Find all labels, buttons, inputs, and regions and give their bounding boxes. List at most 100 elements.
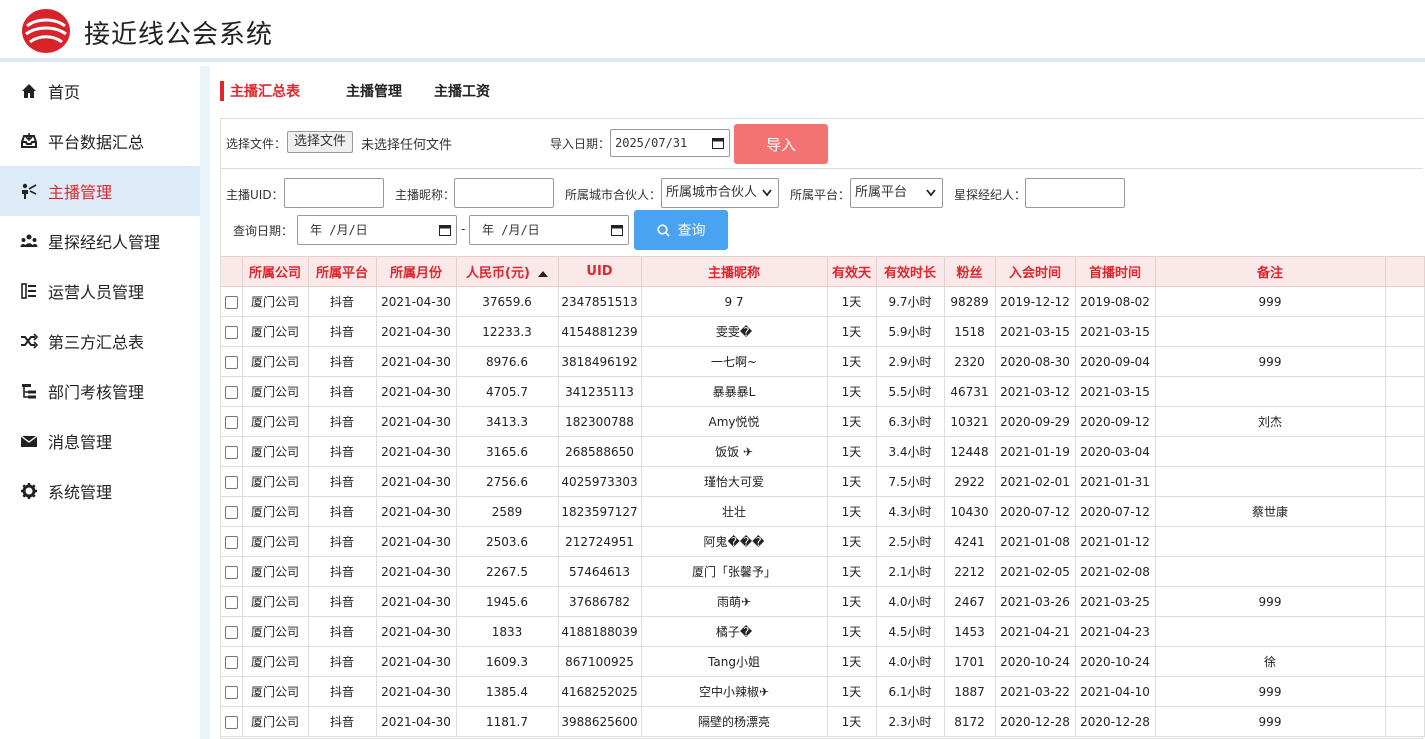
column-header[interactable]: 粉丝 <box>943 256 996 287</box>
row-checkbox[interactable] <box>224 385 238 399</box>
row-select-cell <box>221 616 243 647</box>
presenter-icon <box>20 182 38 200</box>
tab-anchor-management[interactable]: 主播管理 <box>346 81 402 101</box>
group-icon <box>20 232 38 250</box>
sidebar-item-messages[interactable]: 消息管理 <box>0 416 200 466</box>
column-header[interactable]: 所属月份 <box>375 256 457 287</box>
query-button[interactable]: 查询 <box>634 210 728 250</box>
row-checkbox[interactable] <box>224 565 238 579</box>
row-checkbox[interactable] <box>224 355 238 369</box>
table-cell: 4241 <box>943 526 996 557</box>
extra-cell <box>1384 316 1425 347</box>
column-header-sorted[interactable]: 人民币(元) <box>455 256 559 287</box>
row-select-cell <box>221 706 243 737</box>
date-from-input[interactable]: 年 /月/日 <box>297 215 457 245</box>
sidebar-item-anchor-management[interactable]: 主播管理 <box>0 166 200 216</box>
sidebar-item-home[interactable]: 首页 <box>0 66 200 116</box>
choose-file-button[interactable]: 选择文件 <box>287 131 354 153</box>
main-content: 主播汇总表 主播管理 主播工资 选择文件： 选择文件 未选择任何文件 导入日期：… <box>210 66 1425 739</box>
uid-input[interactable] <box>284 178 384 208</box>
table-cell: 2021-02-05 <box>994 556 1076 587</box>
table-row: 厦门公司 抖音 2021-04-30 2267.5 57464613 厦门「张馨予」 1天 2… <box>221 556 1425 587</box>
table-cell: 3818496192 <box>557 346 642 377</box>
row-checkbox[interactable] <box>224 625 238 639</box>
sidebar-item-third-party-summary[interactable]: 第三方汇总表 <box>0 316 200 366</box>
table-cell: 2021-03-26 <box>994 586 1076 617</box>
table-cell: 暴暴暴L <box>640 376 828 407</box>
row-checkbox[interactable] <box>224 445 238 459</box>
table-cell: 抖音 <box>307 676 377 707</box>
platform-select[interactable]: 所属平台 <box>850 178 943 208</box>
sidebar-item-system[interactable]: 系统管理 <box>0 466 200 516</box>
column-header[interactable]: 首播时间 <box>1074 256 1156 287</box>
table-cell: 2021-04-30 <box>375 706 457 737</box>
column-header[interactable]: 入会时间 <box>994 256 1076 287</box>
tab-anchor-summary[interactable]: 主播汇总表 <box>220 81 300 101</box>
table-cell: 2922 <box>943 466 996 497</box>
column-header[interactable]: 备注 <box>1154 256 1386 287</box>
sidebar-item-department-assessment[interactable]: 部门考核管理 <box>0 366 200 416</box>
row-select-cell <box>221 346 243 377</box>
table-cell: 2021-04-30 <box>375 466 457 497</box>
row-checkbox[interactable] <box>224 475 238 489</box>
row-checkbox[interactable] <box>224 685 238 699</box>
column-header[interactable]: 主播昵称 <box>640 256 828 287</box>
column-header[interactable]: 所属公司 <box>241 256 309 287</box>
table-cell: 3988625600 <box>557 706 642 737</box>
table-cell: 2021-04-23 <box>1074 616 1156 647</box>
table-cell: 2756.6 <box>455 466 559 497</box>
table-cell: 抖音 <box>307 556 377 587</box>
sidebar-item-label: 星探经纪人管理 <box>48 233 161 252</box>
row-select-cell <box>221 286 243 317</box>
table-cell: 1天 <box>826 676 877 707</box>
table-cell: 1天 <box>826 286 877 317</box>
table-cell <box>1154 436 1386 467</box>
table-cell: 2347851513 <box>557 286 642 317</box>
column-header[interactable]: 有效天 <box>826 256 877 287</box>
sidebar-item-agent-management[interactable]: 星探经纪人管理 <box>0 216 200 266</box>
sidebar-item-ops-management[interactable]: 运营人员管理 <box>0 266 200 316</box>
table-cell: 867100925 <box>557 646 642 677</box>
row-checkbox[interactable] <box>224 295 238 309</box>
agent-input[interactable] <box>1025 178 1125 208</box>
row-checkbox[interactable] <box>224 415 238 429</box>
table-row: 厦门公司 抖音 2021-04-30 12233.3 4154881239 雯雯� 1天 5.… <box>221 316 1425 347</box>
uid-label: 主播UID： <box>226 188 284 202</box>
list-icon <box>20 282 38 300</box>
table-body: 厦门公司 抖音 2021-04-30 37659.6 2347851513 9 7 1天 9.… <box>221 286 1425 737</box>
table-cell: 2021-03-15 <box>1074 316 1156 347</box>
table-cell: 抖音 <box>307 466 377 497</box>
extra-cell <box>1384 616 1425 647</box>
date-to-input[interactable]: 年 /月/日 <box>469 215 629 245</box>
row-checkbox[interactable] <box>224 715 238 729</box>
table-cell: 1833 <box>455 616 559 647</box>
table-cell: 厦门公司 <box>241 286 309 317</box>
row-checkbox[interactable] <box>224 595 238 609</box>
tab-anchor-salary[interactable]: 主播工资 <box>434 81 490 101</box>
nickname-input[interactable] <box>454 178 554 208</box>
partner-select[interactable]: 所属城市合伙人 <box>661 178 779 208</box>
table-cell: 2020-09-12 <box>1074 406 1156 437</box>
import-button[interactable]: 导入 <box>734 124 828 164</box>
chevron-down-icon <box>762 189 772 197</box>
sidebar-item-platform-summary[interactable]: 平台数据汇总 <box>0 116 200 166</box>
table-cell: 抖音 <box>307 646 377 677</box>
row-select-cell <box>221 496 243 527</box>
column-header[interactable]: 所属平台 <box>307 256 377 287</box>
calendar-icon <box>611 225 623 236</box>
table-cell: 厦门公司 <box>241 346 309 377</box>
table-cell: 1天 <box>826 406 877 437</box>
row-select-cell <box>221 466 243 497</box>
table-cell: 10321 <box>943 406 996 437</box>
table-cell: 212724951 <box>557 526 642 557</box>
search-icon <box>656 223 670 237</box>
import-date-input[interactable]: 2025/07/31 <box>610 129 730 157</box>
table-cell: 2021-04-30 <box>375 376 457 407</box>
row-checkbox[interactable] <box>224 325 238 339</box>
row-checkbox[interactable] <box>224 505 238 519</box>
row-checkbox[interactable] <box>224 535 238 549</box>
content-panel: 选择文件： 选择文件 未选择任何文件 导入日期： 2025/07/31 导入 主… <box>220 118 1425 739</box>
row-checkbox[interactable] <box>224 655 238 669</box>
column-header[interactable]: 有效时长 <box>875 256 945 287</box>
column-header[interactable]: UID <box>557 256 642 287</box>
